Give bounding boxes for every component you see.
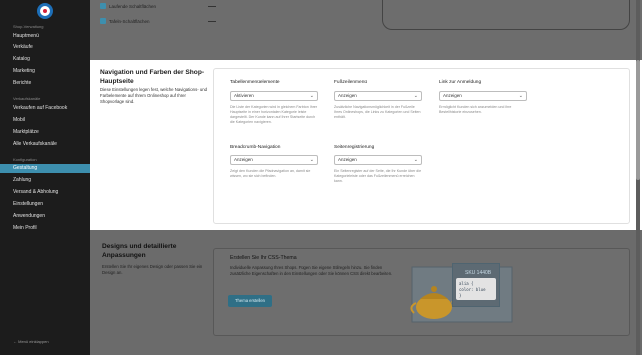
chevron-down-icon: ⌄: [413, 157, 418, 163]
sidebar-item-katalog[interactable]: Katalog: [13, 56, 30, 62]
field-label: Breadcrumb-Navigation: [230, 145, 281, 150]
field-label: Link zur Anmeldung: [439, 80, 482, 85]
top-overlay: Laufende Schaltflächen Tafeln-Schaltfläc…: [90, 0, 642, 60]
sidebar-item-hauptmenu[interactable]: Hauptmenü: [13, 33, 39, 39]
checkbox-label: Tafeln-Schaltflächen: [109, 19, 150, 24]
dash-icon: [208, 6, 216, 7]
select-value: Anzeigen: [443, 93, 462, 98]
sidebar-section-label: Shop-Verwaltung: [13, 24, 44, 29]
chevron-down-icon: ⌄: [518, 93, 523, 99]
sidebar-item-zahlung[interactable]: Zahlung: [13, 177, 31, 183]
tab-menu-select[interactable]: Aktivieren ⌄: [230, 91, 318, 101]
css-card-description: Individuelle Anpassung Ihres Shops. Füge…: [230, 265, 393, 276]
chevron-down-icon: ⌄: [309, 93, 314, 99]
sidebar-item-facebook[interactable]: Verkaufen auf Facebook: [13, 105, 67, 111]
sidebar-item-berichte[interactable]: Berichte: [13, 80, 31, 86]
code-line: }: [459, 293, 462, 298]
chevron-down-icon: ⌄: [413, 93, 418, 99]
checkbox-checked-icon[interactable]: [100, 18, 106, 24]
sidebar-item-marktplaetze[interactable]: Marktplätze: [13, 129, 39, 135]
login-link-select[interactable]: Anzeigen ⌄: [439, 91, 527, 101]
shop-preview-frame: [382, 0, 630, 30]
field-help: Zusätzliche Navigationsmöglichkeit in de…: [334, 105, 421, 119]
sidebar-item-versand[interactable]: Versand & Abholung: [13, 189, 58, 195]
checkbox-label: Laufende Schaltflächen: [109, 4, 157, 9]
page-register-select[interactable]: Anzeigen ⌄: [334, 155, 422, 165]
section-description: Erstellen Sie Ihr eigenes Design oder pa…: [102, 264, 203, 275]
checkbox-checked-icon[interactable]: [100, 3, 106, 9]
sku-card: SKU 1440B alia { color: blue }: [452, 263, 500, 307]
select-value: Anzeigen: [338, 93, 357, 98]
create-theme-button[interactable]: Thema erstellen: [228, 295, 272, 307]
field-label: Fußzeilenmenü: [334, 80, 368, 85]
chevron-down-icon: ⌄: [309, 157, 314, 163]
scrollbar-thumb[interactable]: [636, 60, 640, 180]
sidebar-item-mobil[interactable]: Mobil: [13, 117, 25, 123]
field-label: Tabellenmenüelemente: [230, 80, 280, 85]
field-help: Ein Seitenregister auf der Seite, die Ih…: [334, 169, 422, 183]
select-value: Aktivieren: [234, 93, 254, 98]
sidebar-item-einstellungen[interactable]: Einstellungen: [13, 201, 43, 207]
sidebar-item-profil[interactable]: Mein Profil: [13, 225, 37, 231]
sidebar: Shop-Verwaltung Hauptmenü Verkäufe Katal…: [0, 0, 90, 355]
footer-menu-select[interactable]: Anzeigen ⌄: [334, 91, 422, 101]
sidebar-item-gestaltung[interactable]: Gestaltung: [0, 164, 90, 173]
shop-logo[interactable]: [37, 3, 53, 19]
field-label: Seitenregistrierung: [334, 145, 375, 150]
dash-icon: [208, 21, 216, 22]
field-help: Die Liste der Kategorien wird in gleiche…: [230, 105, 318, 124]
section-title: Designs und detaillierte Anpassungen: [102, 243, 177, 259]
sidebar-item-verkaufe[interactable]: Verkäufe: [13, 44, 33, 50]
css-card-title: Erstellen Sie Ihr CSS-Thema: [230, 255, 297, 261]
section-title: Navigation und Farben der Shop-Hauptseit…: [100, 69, 205, 85]
field-help: Ermöglicht Kunden sich anzumelden und ih…: [439, 105, 512, 114]
field-help: Zeigt den Kunden die Pfadnavigation an, …: [230, 169, 311, 178]
css-theme-card: Erstellen Sie Ihr CSS-Thema Individuelle…: [213, 248, 630, 336]
sidebar-section-label: Konfiguration: [13, 157, 37, 162]
navigation-settings-card: Navigation und Farben der Shop-Hauptseit…: [90, 60, 642, 230]
select-value: Anzeigen: [234, 157, 253, 162]
sidebar-section-label: Verkaufskanäle: [13, 96, 41, 101]
collapse-menu-button[interactable]: ← Menü einklappen: [13, 339, 49, 344]
breadcrumb-select[interactable]: Anzeigen ⌄: [230, 155, 318, 165]
sidebar-item-marketing[interactable]: Marketing: [13, 68, 35, 74]
sidebar-item-alle-kanaele[interactable]: Alle Verkaufskanäle: [13, 141, 57, 147]
select-value: Anzeigen: [338, 157, 357, 162]
code-snippet: alia { color: blue }: [456, 278, 496, 300]
design-section: Designs und detaillierte Anpassungen Ers…: [90, 230, 642, 355]
sku-label: SKU 1440B: [465, 270, 492, 276]
settings-panel: Tabellenmenüelemente Aktivieren ⌄ Die Lis…: [213, 68, 630, 224]
section-description: Diese Einstellungen legen fest, welche N…: [100, 87, 208, 104]
sidebar-item-anwendungen[interactable]: Anwendungen: [13, 213, 45, 219]
